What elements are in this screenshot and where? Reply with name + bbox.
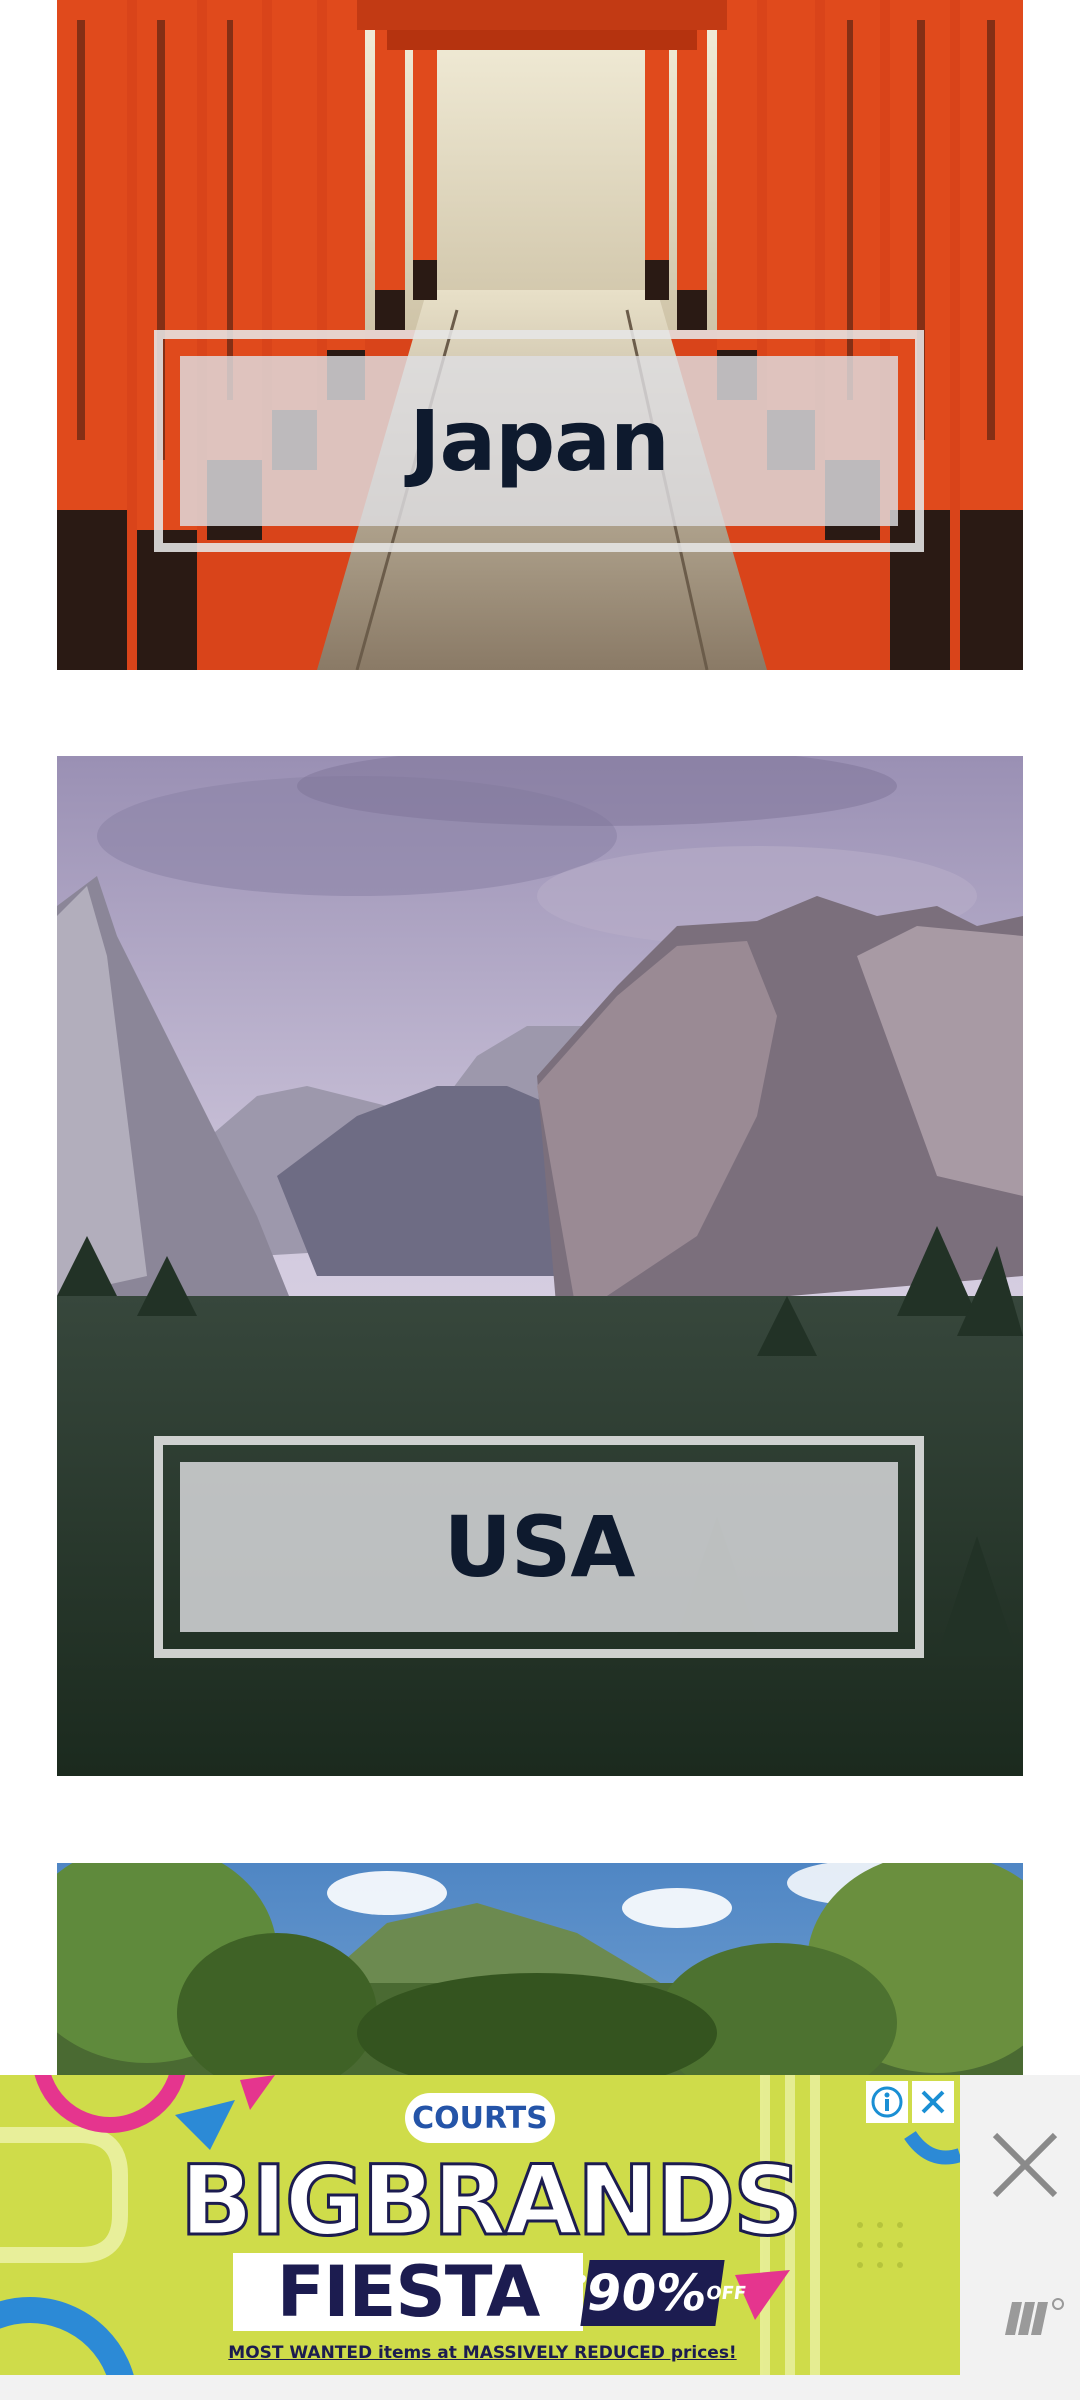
ad-network-logo-icon (1000, 2290, 1070, 2340)
japan-label-frame: Japan (154, 330, 924, 552)
ad-discount-prefix: UP TO (553, 2272, 588, 2314)
ad-courts-logo: COURTS (405, 2093, 555, 2143)
japan-label: Japan (409, 392, 670, 490)
ad-discount-value: 90% (582, 2264, 711, 2322)
page: Japan USA COURTS BIGBRANDS FIESTA UP TO … (0, 0, 1080, 2400)
ad-banner: COURTS BIGBRANDS FIESTA UP TO 90% OFF MO… (0, 2075, 1080, 2400)
ad-close-icon[interactable] (912, 2081, 954, 2123)
close-icon[interactable] (985, 2125, 1065, 2205)
ad-discount-suffix: OFF (704, 2282, 748, 2304)
usa-label: USA (443, 1498, 636, 1596)
ad-creative[interactable]: COURTS BIGBRANDS FIESTA UP TO 90% OFF MO… (0, 2075, 960, 2375)
destination-card-usa[interactable]: USA (57, 756, 1023, 1776)
ad-headline-fiesta: FIESTA (233, 2251, 583, 2333)
ad-headline-big-brands: BIGBRANDS (178, 2144, 803, 2259)
usa-label-box: USA (180, 1462, 898, 1632)
usa-label-frame: USA (154, 1436, 924, 1658)
info-icon[interactable] (866, 2081, 908, 2123)
japan-label-box: Japan (180, 356, 898, 526)
ad-tagline: MOST WANTED items at MASSIVELY REDUCED p… (228, 2343, 737, 2363)
destination-card-japan[interactable]: Japan (57, 0, 1023, 670)
ad-discount-badge: UP TO 90% OFF (554, 2260, 748, 2326)
